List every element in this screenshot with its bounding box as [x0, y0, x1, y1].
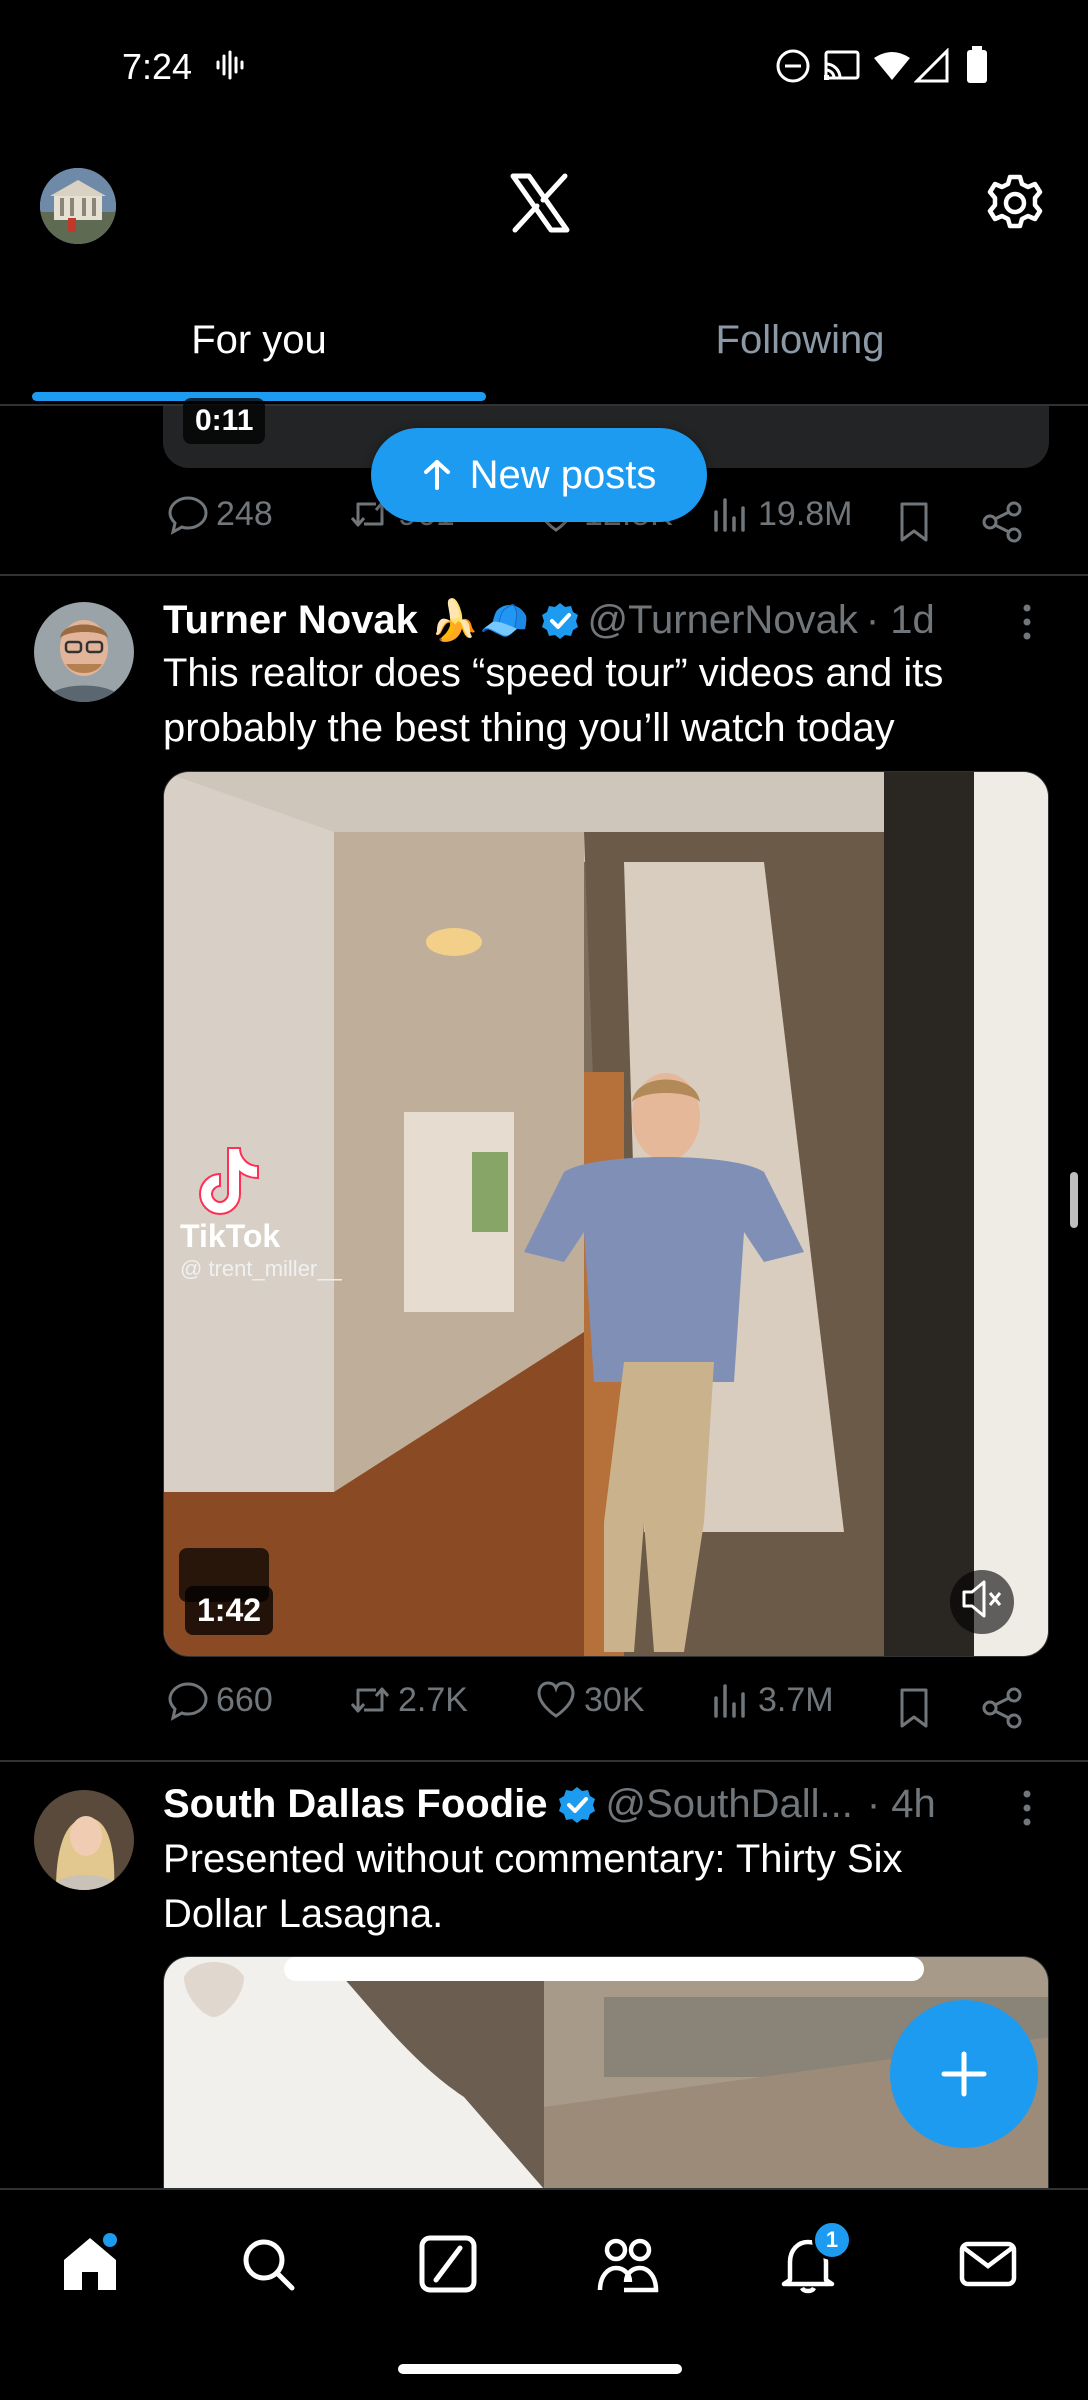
avatar-image: [40, 168, 116, 244]
video-duration: 1:42: [185, 1586, 274, 1635]
post-author-avatar[interactable]: [34, 602, 134, 702]
heart-icon: [537, 1681, 575, 1718]
settings-gear-icon[interactable]: [984, 172, 1046, 234]
status-time: 7:24: [122, 46, 193, 87]
gesture-home-bar[interactable]: [398, 2364, 682, 2374]
views-count: 3.7M: [758, 1680, 834, 1719]
new-posts-label: New posts: [469, 452, 657, 497]
reply-icon: [168, 1682, 208, 1721]
search-icon[interactable]: [236, 2232, 300, 2296]
profile-avatar[interactable]: [40, 168, 116, 244]
scrollbar-thumb[interactable]: [1070, 1172, 1078, 1228]
author-display-name[interactable]: Turner Novak: [163, 598, 418, 643]
post-divider: [0, 574, 1088, 576]
share-icon[interactable]: [980, 500, 1024, 544]
share-icon[interactable]: [980, 1686, 1024, 1730]
views-count: 19.8M: [758, 494, 853, 533]
home-icon[interactable]: [58, 2232, 122, 2296]
more-options-icon[interactable]: [1012, 1786, 1042, 1830]
tiktok-username: @ trent_miller__: [180, 1256, 342, 1281]
repost-count: 2.7K: [398, 1680, 468, 1719]
video-frame-image: [164, 772, 1048, 1656]
previous-reply-button[interactable]: 248: [166, 492, 273, 536]
new-posts-button[interactable]: New posts: [371, 428, 707, 522]
bookmark-icon[interactable]: [892, 1686, 936, 1730]
post-header: South Dallas Foodie @SouthDall... · 4h: [163, 1782, 993, 1827]
messages-mail-icon[interactable]: [956, 2232, 1020, 2296]
author-handle[interactable]: @SouthDall...: [605, 1782, 852, 1827]
tab-following[interactable]: Following: [544, 318, 1056, 363]
reply-icon: [168, 496, 208, 535]
tiktok-logo-icon: [198, 1147, 259, 1216]
reply-count: 660: [216, 1680, 273, 1719]
post-text-line: probably the best thing you’ll watch tod…: [163, 706, 895, 750]
post-author-avatar[interactable]: [34, 1790, 134, 1890]
verified-badge-icon: [559, 1786, 596, 1823]
previous-views-button[interactable]: 19.8M: [708, 492, 853, 536]
verified-badge-icon: [541, 602, 578, 639]
post-text: Presented without commentary: Thirty Six…: [163, 1832, 1063, 1942]
repost-icon: [350, 1687, 390, 1713]
tab-for-you[interactable]: For you: [0, 318, 518, 363]
signal-icon: [914, 48, 949, 83]
post-header: Turner Novak 🍌🧢 @TurnerNovak · 1d: [163, 597, 1033, 644]
post-time: · 1d: [865, 598, 935, 642]
previous-video-duration: 0:11: [183, 398, 266, 444]
author-display-name[interactable]: South Dallas Foodie: [163, 1782, 547, 1827]
avatar-image: [34, 1790, 134, 1890]
post-text: This realtor does “speed tour” videos an…: [163, 646, 1063, 756]
author-handle[interactable]: @TurnerNovak: [588, 598, 858, 643]
voice-recorder-icon: [216, 50, 244, 80]
reply-count: 248: [216, 494, 273, 533]
like-count: 30K: [584, 1680, 645, 1719]
more-options-icon[interactable]: [1012, 600, 1042, 644]
repost-button[interactable]: 2.7K: [348, 1678, 468, 1722]
cast-icon: [824, 50, 860, 80]
post-text-line: Presented without commentary: Thirty Six: [163, 1837, 903, 1881]
status-bar: 7:24: [0, 0, 1088, 130]
like-button[interactable]: 30K: [534, 1678, 645, 1722]
avatar-image: [34, 602, 134, 702]
plus-icon: [941, 2051, 987, 2097]
post-video[interactable]: [163, 771, 1049, 1657]
communities-icon[interactable]: [596, 2232, 660, 2296]
do-not-disturb-icon: [776, 49, 810, 83]
views-button[interactable]: 3.7M: [708, 1678, 834, 1722]
post-divider: [0, 1760, 1088, 1762]
battery-icon: [967, 46, 987, 83]
notifications-badge: 1: [812, 2220, 852, 2260]
x-logo-icon: [510, 173, 570, 233]
views-chart-icon: [714, 1684, 745, 1718]
tiktok-watermark: TikTok: [180, 1218, 281, 1254]
post-text-line: This realtor does “speed tour” videos an…: [163, 651, 944, 695]
wifi-icon: [874, 52, 910, 80]
author-emojis: 🍌🧢: [429, 599, 530, 643]
post-text-line: Dollar Lasagna.: [163, 1892, 444, 1936]
bookmark-icon[interactable]: [892, 500, 936, 544]
reply-button[interactable]: 660: [166, 1678, 273, 1722]
post-time: · 4h: [866, 1782, 936, 1826]
views-chart-icon: [714, 498, 745, 532]
mute-icon[interactable]: [958, 1574, 1004, 1624]
grok-icon[interactable]: [416, 2232, 480, 2296]
compose-post-button[interactable]: [890, 2000, 1038, 2148]
arrow-up-icon: [423, 460, 450, 490]
